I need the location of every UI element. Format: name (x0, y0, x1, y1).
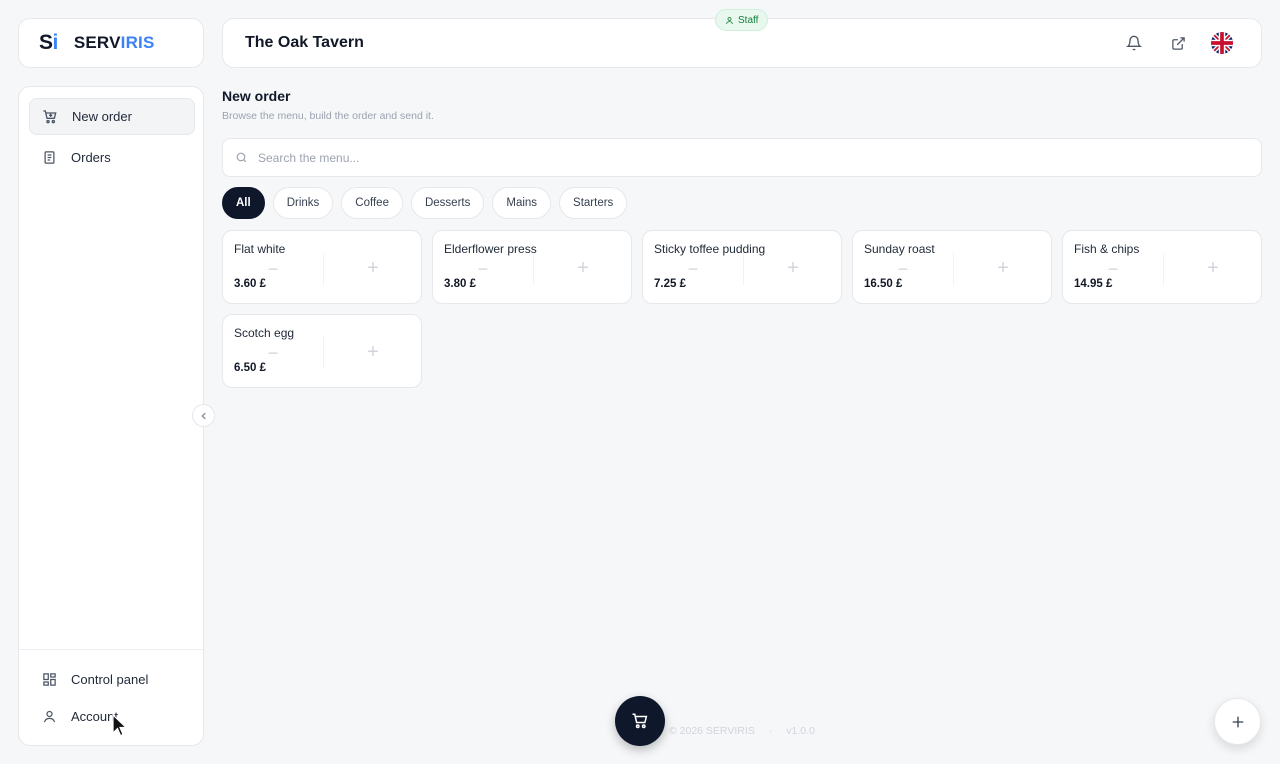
increase-quantity-button[interactable]: + (362, 257, 384, 279)
cart-button[interactable] (615, 696, 665, 746)
category-filters: All Drinks Coffee Desserts Mains Starter… (222, 187, 628, 219)
decrease-quantity-button[interactable]: − (893, 259, 913, 279)
menu-grid: Flat white − + 3.60 £ Elderflower press … (222, 230, 1262, 388)
menu-item-name: Flat white (234, 242, 286, 256)
quantity-divider (323, 253, 324, 285)
open-external-button[interactable] (1167, 31, 1189, 55)
menu-item-card[interactable]: Fish & chips − + 14.95 £ (1062, 230, 1262, 304)
sidebar-item-control-panel[interactable]: Control panel (29, 661, 195, 698)
grid-icon (41, 672, 57, 688)
venue-title: The Oak Tavern (245, 34, 364, 51)
menu-item-card[interactable]: Flat white − + 3.60 £ (222, 230, 422, 304)
bell-icon (1126, 35, 1142, 51)
notifications-button[interactable] (1123, 31, 1145, 55)
menu-item-card[interactable]: Sticky toffee pudding − + 7.25 £ (642, 230, 842, 304)
menu-item-card[interactable]: Sunday roast − + 16.50 £ (852, 230, 1052, 304)
language-flag-uk-icon[interactable] (1211, 32, 1233, 54)
brand-logo[interactable]: Si SERVIRIS (18, 18, 204, 68)
quantity-divider (953, 253, 954, 285)
plus-icon (1232, 716, 1243, 727)
external-link-icon (1171, 36, 1185, 50)
decrease-quantity-button[interactable]: − (683, 259, 703, 279)
search-input[interactable] (258, 150, 1158, 165)
add-button[interactable] (1214, 698, 1261, 745)
decrease-quantity-button[interactable]: − (263, 259, 283, 279)
sidebar-item-label: New order (72, 109, 132, 124)
menu-item-card[interactable]: Scotch egg − + 6.50 £ (222, 314, 422, 388)
category-chip-coffee[interactable]: Coffee (341, 187, 403, 219)
page-subtitle: Browse the menu, build the order and sen… (222, 110, 434, 122)
logo-mark: Si (39, 31, 58, 54)
role-badge-label: Staff (738, 14, 759, 26)
cart-icon (42, 109, 58, 125)
decrease-quantity-button[interactable]: − (473, 259, 493, 279)
sidebar-item-orders[interactable]: Orders (29, 139, 195, 176)
version-text: v1.0.0 (786, 725, 815, 737)
sidebar-item-new-order[interactable]: New order (29, 98, 195, 135)
copyright-text: © 2026 SERVIRIS (669, 725, 755, 737)
menu-item-price: 3.60 £ (234, 278, 266, 290)
menu-item-name: Elderflower press (444, 242, 537, 256)
chevron-left-icon (201, 412, 206, 419)
user-icon (41, 709, 57, 725)
role-badge: Staff (715, 9, 769, 31)
footer: © 2026 SERVIRIS · v1.0.0 (669, 725, 815, 737)
quantity-divider (323, 337, 324, 369)
menu-item-price: 3.80 £ (444, 278, 476, 290)
increase-quantity-button[interactable]: + (782, 257, 804, 279)
mouse-cursor-icon (112, 714, 128, 737)
quantity-divider (743, 253, 744, 285)
user-icon (726, 16, 733, 24)
footer-separator: · (768, 725, 773, 737)
decrease-quantity-button[interactable]: − (263, 343, 283, 363)
category-chip-all[interactable]: All (222, 187, 265, 219)
menu-item-price: 16.50 £ (864, 278, 903, 290)
sidebar: New order Orders Control panel Account (18, 86, 204, 746)
menu-item-name: Fish & chips (1074, 242, 1140, 256)
sidebar-divider (19, 649, 203, 650)
cart-icon (632, 713, 648, 729)
menu-item-price: 6.50 £ (234, 362, 266, 374)
logo-wordmark: SERVIRIS (73, 33, 155, 52)
menu-item-name: Scotch egg (234, 326, 295, 340)
category-chip-drinks[interactable]: Drinks (272, 187, 334, 219)
sidebar-item-label: Orders (71, 150, 111, 165)
menu-item-name: Sunday roast (864, 242, 935, 256)
quantity-divider (533, 253, 534, 285)
search-icon (236, 152, 247, 163)
top-header: The Oak Tavern Staff (222, 9, 1262, 68)
page-title: New order (222, 88, 291, 104)
menu-item-price: 14.95 £ (1074, 278, 1113, 290)
increase-quantity-button[interactable]: + (362, 341, 384, 363)
menu-search[interactable] (222, 138, 1262, 177)
increase-quantity-button[interactable]: + (992, 257, 1014, 279)
sidebar-item-label: Control panel (71, 672, 149, 687)
increase-quantity-button[interactable]: + (572, 257, 594, 279)
receipt-icon (41, 150, 57, 166)
increase-quantity-button[interactable]: + (1202, 257, 1224, 279)
quantity-divider (1163, 253, 1164, 285)
sidebar-collapse-button[interactable] (192, 404, 215, 427)
category-chip-desserts[interactable]: Desserts (410, 187, 485, 219)
menu-item-name: Sticky toffee pudding (654, 242, 766, 256)
menu-item-card[interactable]: Elderflower press − + 3.80 £ (432, 230, 632, 304)
sidebar-item-label: Account (71, 709, 118, 724)
decrease-quantity-button[interactable]: − (1103, 259, 1123, 279)
menu-item-price: 7.25 £ (654, 278, 686, 290)
category-chip-starters[interactable]: Starters (559, 187, 628, 219)
category-chip-mains[interactable]: Mains (492, 187, 552, 219)
